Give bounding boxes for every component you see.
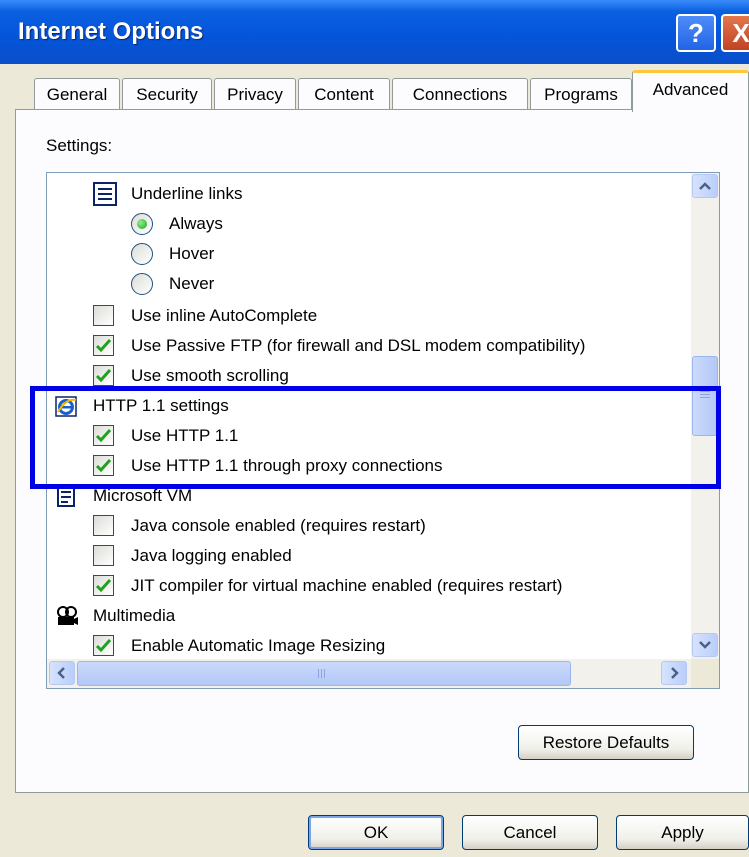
close-icon: X [732,18,749,48]
checkbox-passive-ftp[interactable] [93,335,114,356]
passive-ftp-label: Use Passive FTP (for firewall and DSL mo… [131,336,586,355]
radio-row-never[interactable]: Never [47,269,687,299]
never-label: Never [169,274,215,293]
chevron-up-icon [699,182,711,190]
always-label: Always [169,214,223,233]
tab-content[interactable]: Content [298,78,390,109]
checkbox-inline-autocomplete[interactable] [93,305,114,326]
horizontal-scrollbar[interactable] [47,659,719,688]
tree-group-underline-links: Underline links [47,179,687,209]
checkbox-row-use-http11[interactable]: Use HTTP 1.1 [47,421,687,451]
multimedia-label: Multimedia [93,606,176,625]
checkbox-row-smooth-scrolling[interactable]: Use smooth scrolling [47,361,687,391]
chevron-left-icon [57,667,65,679]
checkmark-icon [95,428,112,443]
settings-list-icon [93,182,117,206]
radio-never[interactable] [131,273,153,295]
tree-group-http11: HTTP 1.1 settings [47,391,687,421]
jit-compiler-label: JIT compiler for virtual machine enabled… [131,576,563,595]
smooth-scrolling-label: Use smooth scrolling [131,366,289,385]
vertical-scroll-thumb[interactable] [692,356,718,436]
horizontal-scroll-thumb[interactable] [77,661,571,686]
tab-programs[interactable]: Programs [530,78,632,109]
document-icon [57,485,75,507]
multimedia-icon [57,606,78,625]
checkbox-use-http11[interactable] [93,425,114,446]
microsoft-vm-label: Microsoft VM [93,486,193,505]
checkbox-java-console[interactable] [93,515,114,536]
checkbox-jit-compiler[interactable] [93,575,114,596]
tree-group-microsoft-vm: Microsoft VM [47,481,687,511]
tab-security[interactable]: Security [122,78,212,109]
internet-explorer-icon [55,396,77,417]
radio-hover[interactable] [131,243,153,265]
apply-button[interactable]: Apply [616,815,749,850]
checkmark-icon [95,578,112,593]
scroll-down-button[interactable] [692,633,718,657]
checkmark-icon [95,638,112,653]
tab-general[interactable]: General [34,78,120,109]
checkbox-smooth-scrolling[interactable] [93,365,114,386]
help-icon: ? [688,18,704,48]
checkbox-row-passive-ftp[interactable]: Use Passive FTP (for firewall and DSL mo… [47,331,687,361]
checkbox-row-inline-autocomplete[interactable]: Use inline AutoComplete [47,301,687,331]
inline-autocomplete-label: Use inline AutoComplete [131,306,318,325]
grip-icon [318,669,325,678]
checkbox-row-java-logging[interactable]: Java logging enabled [47,541,687,571]
scroll-up-button[interactable] [692,174,718,198]
grip-icon [700,391,710,398]
tab-privacy[interactable]: Privacy [214,78,296,109]
checkmark-icon [95,338,112,353]
internet-options-dialog: Internet Options ? X General Security Pr… [0,0,749,857]
scroll-left-button[interactable] [49,661,75,685]
tab-connections[interactable]: Connections [392,78,528,109]
settings-label: Settings: [46,136,113,155]
checkbox-row-java-console[interactable]: Java console enabled (requires restart) [47,511,687,541]
settings-tree[interactable]: Underline links Always Hover Never Use i… [46,172,720,689]
java-logging-label: Java logging enabled [131,546,292,565]
cancel-button[interactable]: Cancel [462,815,598,850]
title-bar[interactable]: Internet Options ? X [0,0,749,64]
chevron-right-icon [671,667,679,679]
radio-selected-dot [137,219,147,229]
checkbox-java-logging[interactable] [93,545,114,566]
tree-group-multimedia: Multimedia [47,601,687,631]
java-console-label: Java console enabled (requires restart) [131,516,426,535]
hover-label: Hover [169,244,215,263]
radio-always[interactable] [131,213,153,235]
scroll-right-button[interactable] [661,661,687,685]
help-button[interactable]: ? [676,14,716,52]
window-title: Internet Options [18,18,204,45]
tab-advanced[interactable]: Advanced [632,70,749,112]
chevron-down-icon [699,641,711,649]
checkbox-row-auto-image-resizing[interactable]: Enable Automatic Image Resizing [47,631,687,661]
checkbox-use-http11-proxy[interactable] [93,455,114,476]
auto-image-resizing-label: Enable Automatic Image Resizing [131,636,386,655]
ok-button[interactable]: OK [308,815,444,850]
close-button[interactable]: X [721,14,749,52]
checkbox-row-jit-compiler[interactable]: JIT compiler for virtual machine enabled… [47,571,687,601]
checkbox-auto-image-resizing[interactable] [93,635,114,656]
vertical-scrollbar[interactable] [691,173,719,659]
use-http11-label: Use HTTP 1.1 [131,426,239,445]
checkbox-row-use-http11-proxy[interactable]: Use HTTP 1.1 through proxy connections [47,451,687,481]
use-http11-proxy-label: Use HTTP 1.1 through proxy connections [131,456,443,475]
underline-links-label: Underline links [131,184,243,203]
radio-row-hover[interactable]: Hover [47,239,687,269]
http11-settings-label: HTTP 1.1 settings [93,396,229,415]
checkmark-icon [95,368,112,383]
restore-defaults-button[interactable]: Restore Defaults [518,725,694,760]
scrollbar-corner [691,659,719,688]
radio-row-always[interactable]: Always [47,209,687,239]
checkmark-icon [95,458,112,473]
